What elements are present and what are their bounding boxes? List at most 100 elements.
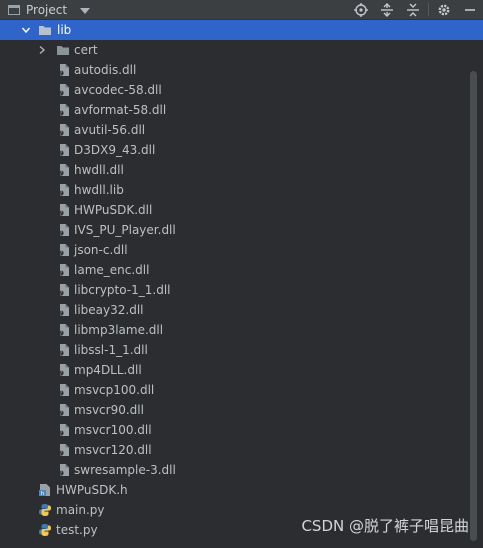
tree-item-file[interactable]: ? mp4DLL.dll xyxy=(0,360,470,380)
unknown-file-icon: ? xyxy=(57,263,71,277)
unknown-file-icon: ? xyxy=(57,223,71,237)
tree-item-file[interactable]: ? libeay32.dll xyxy=(0,300,470,320)
svg-text:?: ? xyxy=(59,370,62,377)
tree-item-label: libmp3lame.dll xyxy=(74,323,164,337)
minimize-icon[interactable] xyxy=(457,0,483,19)
project-title[interactable]: Project xyxy=(26,3,67,17)
tree-item-file[interactable]: ? HWPuSDK.dll xyxy=(0,200,470,220)
chevron-down-icon[interactable] xyxy=(80,7,91,14)
unknown-file-icon: ? xyxy=(57,383,71,397)
gear-icon[interactable] xyxy=(431,0,457,19)
unknown-file-icon: ? xyxy=(57,63,71,77)
lib-file-list: ? autodis.dll? avcodec-58.dll? avformat-58.… xyxy=(0,60,470,480)
select-opened-file-icon[interactable] xyxy=(348,0,374,19)
unknown-file-icon: ? xyxy=(57,403,71,417)
chevron-down-icon[interactable] xyxy=(20,20,32,40)
project-tree: lib cert ? autodis.dll? avcodec-58.dll? avf… xyxy=(0,20,483,540)
tree-item-file[interactable]: ? IVS_PU_Player.dll xyxy=(0,220,470,240)
tree-item-lib-folder[interactable]: lib xyxy=(0,20,483,40)
tree-item-file[interactable]: ? msvcr90.dll xyxy=(0,400,470,420)
tree-item-file[interactable]: ? autodis.dll xyxy=(0,60,470,80)
unknown-file-icon: ? xyxy=(57,243,71,257)
unknown-file-icon: ? xyxy=(57,323,71,337)
svg-text:?: ? xyxy=(59,70,62,77)
tree-item-file[interactable]: ? hwdll.dll xyxy=(0,160,470,180)
tree-item-file[interactable]: ? lame_enc.dll xyxy=(0,260,470,280)
tree-item-file[interactable]: ? msvcr100.dll xyxy=(0,420,470,440)
tree-item-file[interactable]: ? avcodec-58.dll xyxy=(0,80,470,100)
unknown-file-icon: ? xyxy=(57,123,71,137)
tree-item-label: mp4DLL.dll xyxy=(74,363,142,377)
project-tool-window: Project lib cert ? autodis.dll ? avcodec… xyxy=(0,0,483,548)
project-window-icon xyxy=(8,4,20,15)
tree-item-label: hwdll.lib xyxy=(74,183,124,197)
unknown-file-icon: ? xyxy=(57,443,71,457)
chevron-right-icon[interactable] xyxy=(36,40,48,60)
tree-item-file[interactable]: ? msvcp100.dll xyxy=(0,380,470,400)
svg-text:h: h xyxy=(41,491,45,497)
tree-item-label: lib xyxy=(57,23,72,37)
vertical-scrollbar[interactable] xyxy=(470,71,477,541)
svg-text:?: ? xyxy=(59,470,62,477)
tree-item-file[interactable]: ? libcrypto-1_1.dll xyxy=(0,280,470,300)
tree-item-file[interactable]: ? swresample-3.dll xyxy=(0,460,470,480)
svg-text:?: ? xyxy=(59,230,62,237)
tree-item-label: D3DX9_43.dll xyxy=(74,143,156,157)
svg-text:?: ? xyxy=(59,150,62,157)
unknown-file-icon: ? xyxy=(57,303,71,317)
tree-item-label: avutil-56.dll xyxy=(74,123,146,137)
tree-item-file[interactable]: ? json-c.dll xyxy=(0,240,470,260)
unknown-file-icon: ? xyxy=(57,363,71,377)
tree-item-label: lame_enc.dll xyxy=(74,263,150,277)
tree-item-label: swresample-3.dll xyxy=(74,463,176,477)
svg-text:?: ? xyxy=(59,350,62,357)
collapse-all-icon[interactable] xyxy=(400,0,426,19)
svg-text:?: ? xyxy=(59,210,62,217)
svg-text:?: ? xyxy=(59,310,62,317)
unknown-file-icon: ? xyxy=(57,423,71,437)
python-file-icon xyxy=(38,523,52,537)
tree-item-file[interactable]: ? D3DX9_43.dll xyxy=(0,140,470,160)
tree-item-label: test.py xyxy=(56,523,98,537)
svg-text:?: ? xyxy=(59,410,62,417)
unknown-file-icon: ? xyxy=(57,463,71,477)
project-toolbar xyxy=(348,0,483,19)
tree-item-label: IVS_PU_Player.dll xyxy=(74,223,176,237)
svg-text:?: ? xyxy=(59,250,62,257)
unknown-file-icon: ? xyxy=(57,283,71,297)
svg-text:?: ? xyxy=(59,450,62,457)
svg-text:?: ? xyxy=(59,390,62,397)
tree-item-file[interactable]: ? avutil-56.dll xyxy=(0,120,470,140)
svg-text:?: ? xyxy=(59,430,62,437)
header-file-icon: h xyxy=(38,483,52,497)
expand-all-icon[interactable] xyxy=(374,0,400,19)
project-header: Project xyxy=(0,0,483,20)
python-file-icon xyxy=(38,503,52,517)
tree-item-label: libeay32.dll xyxy=(74,303,144,317)
tree-item-file[interactable]: ? hwdll.lib xyxy=(0,180,470,200)
tree-item-cert-folder[interactable]: cert xyxy=(0,40,470,60)
toolbar-divider xyxy=(428,3,429,16)
tree-item-file[interactable]: h HWPuSDK.h xyxy=(0,480,470,500)
tree-item-label: HWPuSDK.h xyxy=(56,483,128,497)
folder-icon xyxy=(56,43,70,57)
tree-item-file[interactable]: ? msvcr120.dll xyxy=(0,440,470,460)
tree-item-label: HWPuSDK.dll xyxy=(74,203,153,217)
svg-text:?: ? xyxy=(59,270,62,277)
tree-item-label: msvcr90.dll xyxy=(74,403,144,417)
svg-text:?: ? xyxy=(59,90,62,97)
tree-item-file[interactable]: ? avformat-58.dll xyxy=(0,100,470,120)
tree-item-label: msvcp100.dll xyxy=(74,383,155,397)
tree-item-file[interactable]: ? libssl-1_1.dll xyxy=(0,340,470,360)
tree-item-label: msvcr100.dll xyxy=(74,423,152,437)
tree-item-label: msvcr120.dll xyxy=(74,443,152,457)
unknown-file-icon: ? xyxy=(57,203,71,217)
svg-text:?: ? xyxy=(59,330,62,337)
tree-item-file[interactable]: ? libmp3lame.dll xyxy=(0,320,470,340)
svg-text:?: ? xyxy=(59,290,62,297)
unknown-file-icon: ? xyxy=(57,103,71,117)
tree-item-label: libcrypto-1_1.dll xyxy=(74,283,171,297)
tree-item-label: avcodec-58.dll xyxy=(74,83,162,97)
tree-item-label: libssl-1_1.dll xyxy=(74,343,148,357)
unknown-file-icon: ? xyxy=(57,183,71,197)
